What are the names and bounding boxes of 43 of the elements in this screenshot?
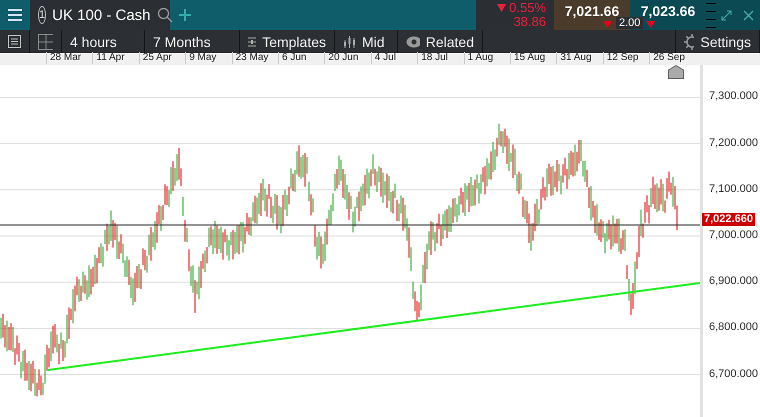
tab-number: 1 bbox=[38, 6, 46, 24]
layout-icon bbox=[38, 34, 53, 50]
eye-icon bbox=[406, 36, 420, 48]
expand-icon bbox=[721, 10, 732, 20]
candles-icon bbox=[343, 36, 356, 48]
price-label: 6,700.000 bbox=[709, 368, 758, 380]
menu-icon bbox=[8, 9, 22, 21]
list-icon bbox=[8, 35, 21, 48]
close-button[interactable] bbox=[737, 0, 760, 30]
date-label: 26 Sep bbox=[649, 52, 685, 64]
date-label: 9 May bbox=[185, 52, 216, 64]
down-triangle-icon bbox=[497, 4, 506, 12]
down-triangle-icon bbox=[603, 21, 612, 28]
plus-icon bbox=[179, 9, 191, 21]
date-label: 4 Jul bbox=[370, 52, 396, 64]
date-label: 28 Mar bbox=[46, 52, 82, 64]
date-label: 18 Jul bbox=[417, 52, 448, 64]
change-points: 38.86 bbox=[513, 15, 546, 29]
spread-value: 2.00 bbox=[616, 17, 644, 29]
date-label: 11 Apr bbox=[92, 52, 125, 64]
down-triangle-icon bbox=[646, 21, 655, 28]
current-price-label: 7,022.660 bbox=[702, 213, 755, 226]
date-label: 15 Aug bbox=[510, 52, 546, 64]
close-icon bbox=[743, 10, 754, 20]
date-label: 20 Jun bbox=[324, 52, 358, 64]
date-label: 1 Aug bbox=[464, 52, 494, 64]
change-percent: 0.55% bbox=[509, 1, 546, 15]
price-label: 7,000.000 bbox=[709, 229, 758, 241]
price-label: 6,800.000 bbox=[709, 321, 758, 334]
settings-icon bbox=[684, 34, 694, 50]
price-label: 6,900.000 bbox=[709, 275, 758, 288]
instrument-tab[interactable]: 1 UK 100 - Cash bbox=[30, 0, 170, 30]
sliders-icon bbox=[248, 36, 256, 48]
date-label: 31 Aug bbox=[556, 52, 592, 64]
price-label: 7,200.000 bbox=[709, 136, 758, 149]
date-label: 23 May bbox=[232, 52, 268, 64]
price-label: 7,100.000 bbox=[709, 182, 758, 195]
tab-title: UK 100 - Cash bbox=[52, 6, 151, 24]
date-label: 12 Sep bbox=[602, 52, 638, 64]
price-label: 7,300.000 bbox=[709, 90, 758, 102]
date-label: 6 Jun bbox=[278, 52, 306, 64]
date-label: 25 Apr bbox=[138, 52, 172, 64]
search-icon[interactable] bbox=[156, 7, 173, 23]
